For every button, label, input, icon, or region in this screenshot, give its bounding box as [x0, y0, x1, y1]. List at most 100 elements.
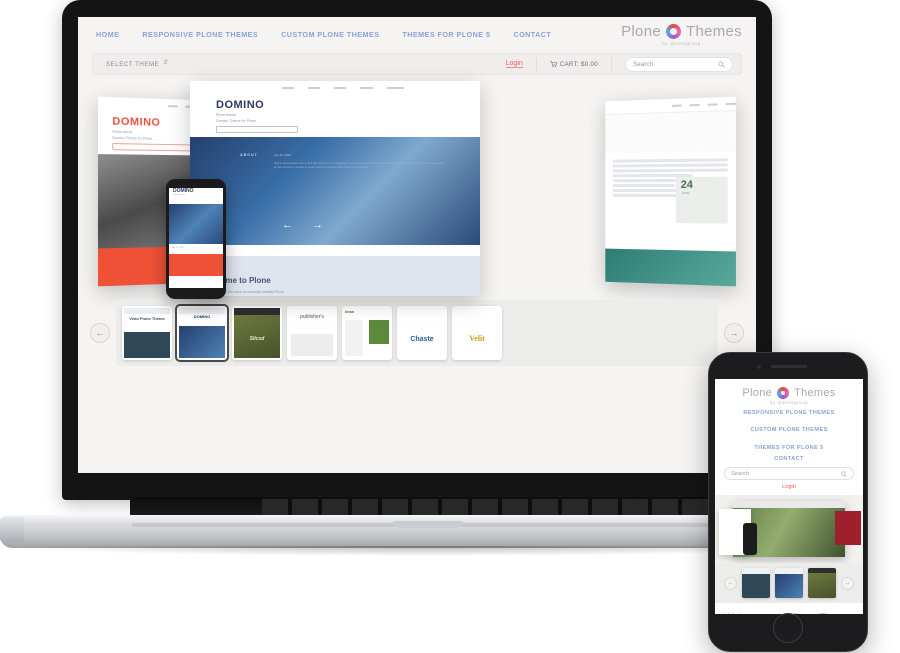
carousel-caption-0: Vivid Plone Theme: [122, 316, 172, 321]
search-input[interactable]: Search: [625, 57, 733, 72]
mobile-nav-plone5[interactable]: THEMES FOR PLONE 5: [754, 445, 823, 451]
mobile-site-logo[interactable]: Plone Themes by Quintagroup: [715, 379, 863, 405]
carousel-caption-5: Chaste: [397, 336, 447, 343]
nav-item-responsive-plone-themes[interactable]: RESPONSIVE PLONE THEMES: [142, 30, 258, 39]
mini-phone-sub: Plone theme: [169, 194, 223, 196]
chevron-updown-icon: ⇵: [163, 61, 169, 66]
theme-preview-right[interactable]: 24 APRIL: [605, 97, 736, 287]
mini-phone-header: DOMINO Plone theme: [169, 188, 223, 204]
mobile-hero: [715, 495, 863, 563]
mobile-carousel-prev-button[interactable]: ←: [724, 577, 737, 590]
preview-center-search: [216, 126, 298, 133]
nav-item-custom-plone-themes[interactable]: CUSTOM PLONE THEMES: [281, 30, 379, 39]
mobile-hero-side-right: [835, 511, 861, 545]
preview-center-head: DOMINO Plone theme Domino Theme for Plon…: [190, 94, 480, 137]
trackpad-notch: [393, 521, 463, 528]
iphone-mockup: Plone Themes by Quintagroup RESPONSIVE P…: [708, 352, 868, 652]
preview-center-photo: ABOUT Apr 23, 2015 Sed ut perspiciatis u…: [190, 137, 480, 245]
mobile-logo-text-left: Plone: [742, 387, 772, 399]
carousel-item-domino[interactable]: DOMINO: [177, 306, 227, 360]
mobile-search-placeholder: Search: [731, 471, 749, 477]
select-theme-dropdown[interactable]: SELECT THEME ⇵: [92, 61, 169, 68]
logo-text-left: Plone: [621, 23, 661, 40]
mobile-carousel-item-1[interactable]: [742, 568, 770, 598]
website-preview: HOME RESPONSIVE PLONE THEMES CUSTOM PLON…: [78, 17, 756, 473]
nav-item-contact[interactable]: CONTACT: [513, 30, 551, 39]
theme-preview-center[interactable]: DOMINO Plone theme Domino Theme for Plon…: [190, 81, 480, 296]
site-logo[interactable]: Plone Themes by Quintagroup: [621, 23, 742, 46]
hero-montage: DOMINO Plone theme Domino Theme for Plon…: [78, 81, 756, 376]
mobile-nav-responsive[interactable]: RESPONSIVE PLONE THEMES: [720, 410, 858, 416]
carousel-caption-6: Velit: [452, 334, 502, 343]
mini-phone-mockup: DOMINO Plone theme Apr 23, 2015: [166, 179, 226, 299]
mini-phone-date: Apr 23, 2015: [169, 244, 223, 254]
mini-phone-photo: [169, 204, 223, 244]
mobile-carousel-item-3[interactable]: [808, 568, 836, 598]
preview-center-nav: [190, 81, 480, 94]
carousel-next-button[interactable]: →: [724, 323, 744, 343]
preview-center-title: DOMINO: [216, 99, 480, 111]
cart-button[interactable]: CART: $0.00: [550, 61, 598, 68]
ring-icon: [777, 387, 789, 399]
mobile-navigation: RESPONSIVE PLONE THEMES CUSTOM PLONE THE…: [715, 410, 863, 462]
mobile-carousel-item-2[interactable]: [775, 568, 803, 598]
mobile-nav-custom[interactable]: CUSTOM PLONE THEMES: [750, 427, 827, 433]
search-icon: [841, 471, 847, 477]
mobile-carousel-next-button[interactable]: →: [841, 577, 854, 590]
preview-right-features: [605, 110, 736, 153]
login-link[interactable]: Login: [506, 60, 523, 68]
ring-icon: [666, 24, 681, 39]
carousel-caption-4: bean: [345, 309, 392, 314]
earpiece-speaker: [771, 365, 807, 368]
iphone-screen: Plone Themes by Quintagroup RESPONSIVE P…: [715, 379, 863, 614]
mobile-login-link[interactable]: Login: [715, 484, 863, 490]
carousel-item-chaste[interactable]: Chaste: [397, 306, 447, 360]
cart-label: CART: $0.00: [560, 61, 598, 68]
carousel-prev-button[interactable]: ←: [90, 323, 110, 343]
laptop-lid: HOME RESPONSIVE PLONE THEMES CUSTOM PLON…: [62, 0, 772, 500]
toolbar-divider-2: [611, 58, 612, 71]
preview-center-body: Sed ut perspiciatis unde omnis iste natu…: [274, 161, 444, 170]
utility-toolbar: SELECT THEME ⇵ Login CART: $0.00 Search: [92, 53, 742, 75]
preview-center-arrows[interactable]: ← →: [282, 219, 331, 231]
preview-center-about: ABOUT: [240, 153, 258, 157]
home-button[interactable]: [773, 613, 803, 643]
preview-left-search: [112, 143, 193, 151]
mobile-hero-phone: [743, 523, 757, 555]
carousel-item-vivid[interactable]: Vivid Plone Theme: [122, 306, 172, 360]
mini-phone-features: [169, 254, 223, 276]
carousel-item-velit[interactable]: Velit: [452, 306, 502, 360]
preview-center-sub: Plone theme: [216, 113, 480, 117]
carousel-caption-1: DOMINO: [177, 314, 227, 319]
toolbar-divider: [536, 58, 537, 71]
laptop-mockup: HOME RESPONSIVE PLONE THEMES CUSTOM PLON…: [62, 0, 802, 540]
search-icon: [718, 61, 725, 68]
theme-carousel: Vivid Plone Theme DOMINO Slicsd publishe…: [116, 300, 718, 366]
mini-phone-screen: DOMINO Plone theme Apr 23, 2015: [169, 188, 223, 288]
mobile-carousel: ← →: [715, 563, 863, 603]
logo-text-right: Themes: [686, 23, 742, 40]
preview-center-date: Apr 23, 2015: [274, 153, 291, 157]
page-root: HOME RESPONSIVE PLONE THEMES CUSTOM PLON…: [0, 0, 900, 653]
mobile-hero-browser-bar: [733, 501, 845, 508]
mobile-logo-text-right: Themes: [794, 387, 836, 399]
mobile-nav-contact[interactable]: CONTACT: [720, 456, 858, 462]
carousel-item-slicsd[interactable]: Slicsd: [232, 306, 282, 360]
mobile-logo-tagline: by Quintagroup: [715, 400, 863, 405]
mobile-search-input[interactable]: Search: [724, 467, 854, 480]
carousel-caption-2: Slicsd: [232, 336, 282, 342]
welcome-section: You are here: Home Welcome to Plone Cong…: [190, 256, 480, 296]
nav-item-home[interactable]: HOME: [96, 30, 119, 39]
select-theme-label: SELECT THEME: [106, 61, 159, 68]
carousel-caption-3: publisher's: [287, 314, 337, 320]
preview-center-sub2: Domino Theme for Plone: [216, 119, 480, 123]
base-foot-left: [0, 517, 24, 543]
nav-item-themes-for-plone-5[interactable]: THEMES FOR PLONE 5: [402, 30, 490, 39]
carousel-item-publishers[interactable]: publisher's: [287, 306, 337, 360]
cart-icon: [550, 61, 557, 67]
logo-tagline: by Quintagroup: [621, 41, 742, 46]
front-camera-icon: [757, 365, 761, 369]
carousel-item-bean[interactable]: bean: [342, 306, 392, 360]
welcome-lead: Congratulations! You have successfully i…: [202, 290, 468, 295]
calendar-day: 24: [676, 177, 728, 191]
